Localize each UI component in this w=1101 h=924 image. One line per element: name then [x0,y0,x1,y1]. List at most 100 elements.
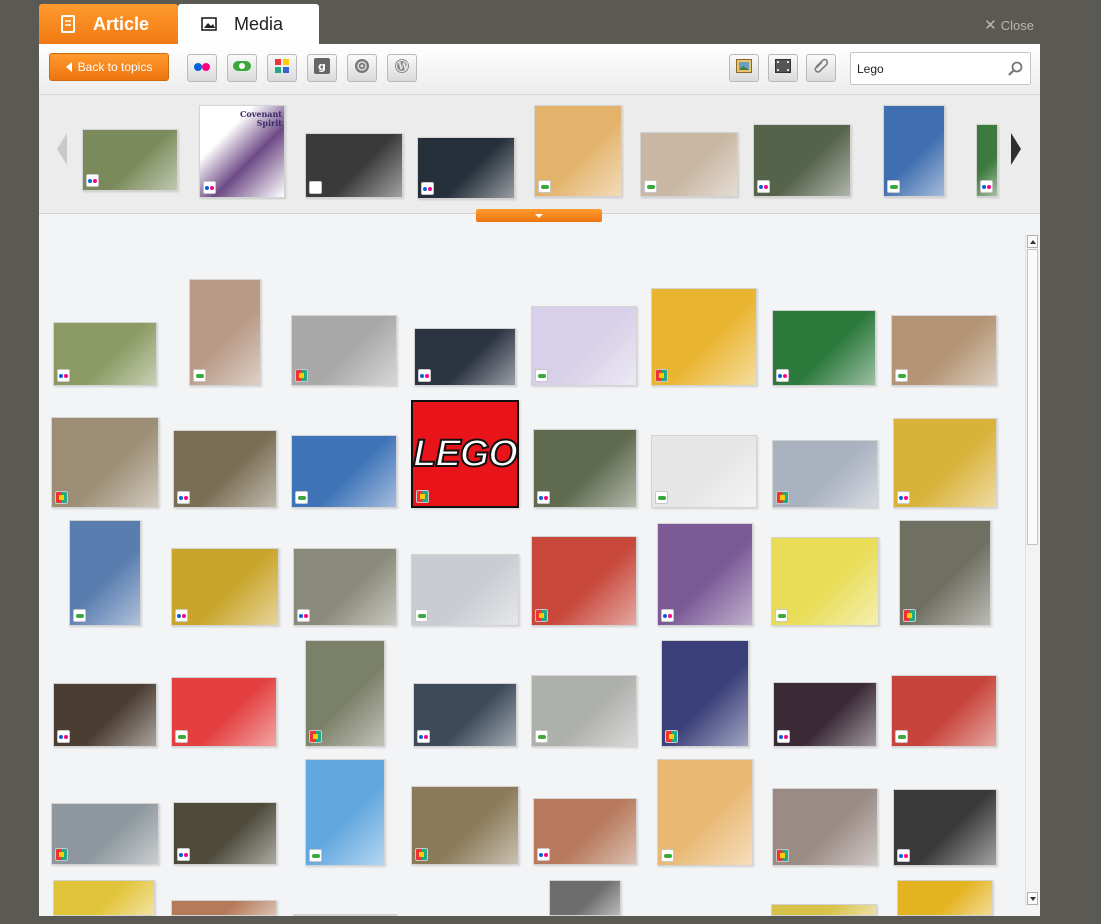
grid-thumbnail[interactable] [893,418,997,508]
grid-thumbnail[interactable] [771,904,877,916]
grid-thumbnail[interactable] [893,789,997,866]
green-source-icon [295,491,308,504]
grid-thumbnail[interactable] [533,429,637,508]
grid-thumbnail[interactable] [69,520,141,626]
spiral-icon [354,58,370,79]
google-source-button[interactable]: g [307,54,337,82]
grid-thumbnail[interactable] [173,802,277,865]
carousel-next-icon[interactable] [1011,133,1021,165]
grid-thumbnail[interactable] [189,279,261,386]
back-to-topics-label: Back to topics [77,60,153,74]
spiral-source-button[interactable] [347,54,377,82]
multi-source-icon [55,848,68,861]
grid-thumbnail[interactable] [53,322,157,386]
tab-article-label: Article [93,13,150,34]
grid-thumbnail[interactable] [549,880,621,916]
green-source-icon [895,730,908,743]
close-icon: ✕ [984,17,997,34]
grid-thumbnail[interactable] [53,880,155,916]
search-input[interactable] [857,60,1002,78]
photobucket-source-button[interactable] [227,54,257,82]
carousel-thumbnail[interactable] [883,105,945,197]
grid-thumbnail[interactable] [291,315,397,386]
carousel-thumbnail[interactable] [640,132,738,197]
grid-thumbnail[interactable] [531,306,637,386]
flickr-source-icon [897,849,910,862]
grid-thumbnail[interactable] [772,788,878,866]
grid-thumbnail[interactable] [651,435,757,508]
wordpress-source-button[interactable]: W [387,54,417,82]
grid-thumbnail[interactable] [531,675,637,747]
video-filter-button[interactable] [768,54,798,82]
flickr-source-icon [897,491,910,504]
tab-article[interactable]: Article [39,4,178,44]
scroll-thumb[interactable] [1027,249,1038,545]
tab-media[interactable]: Media [178,4,319,44]
grid-thumbnail[interactable] [171,677,277,747]
carousel-thumbnail[interactable] [305,133,403,198]
flickr-source-icon [203,181,216,194]
flickr-source-button[interactable] [187,54,217,82]
picasa-source-button[interactable] [267,54,297,82]
grid-thumbnail[interactable] [657,759,753,866]
grid-thumbnail[interactable] [293,914,397,916]
photobucket-icon [232,59,252,77]
flickr-source-icon [297,609,310,622]
grid-thumbnail[interactable] [661,640,749,747]
multi-source-icon [665,730,678,743]
search-icon[interactable] [1007,61,1023,82]
back-to-topics-button[interactable]: Back to topics [49,53,169,81]
grid-thumbnail[interactable]: LEGO [411,400,519,508]
grid-thumbnail[interactable] [899,520,991,626]
attachment-filter-button[interactable] [806,54,836,82]
multi-source-icon [309,730,322,743]
carousel-thumbnail[interactable]: Covenant Spirit [199,105,285,198]
multi-source-icon [776,491,789,504]
attachment-icon [813,58,829,79]
carousel: Covenant Spirit [39,95,1040,214]
grid-thumbnail[interactable] [891,675,997,747]
grid-thumbnail[interactable] [651,288,757,386]
thumbnail-caption: Covenant Spirit [240,109,282,128]
flickr-source-icon [57,369,70,382]
grid-thumbnail[interactable] [305,640,385,747]
grid-thumbnail[interactable] [531,536,637,626]
grid-thumbnail[interactable] [657,523,753,626]
grid-thumbnail[interactable] [291,435,397,508]
grid-thumbnail[interactable] [293,548,397,626]
grid-thumbnail[interactable] [533,798,637,865]
grid-thumbnail[interactable] [51,417,159,508]
grid-thumbnail[interactable] [51,803,159,865]
carousel-thumbnail[interactable] [534,105,622,197]
grid-thumbnail[interactable] [305,759,385,866]
picasa-icon [274,58,290,79]
carousel-thumbnail[interactable] [82,129,178,191]
grid-thumbnail[interactable] [53,683,157,747]
carousel-prev-icon[interactable] [57,133,67,165]
grid-thumbnail[interactable] [891,315,997,386]
carousel-thumbnail[interactable] [417,137,515,199]
svg-text:W: W [397,62,409,72]
grid-scrollbar[interactable] [1025,234,1040,906]
close-button[interactable]: ✕ Close [984,16,1034,34]
flickr-source-icon [175,609,188,622]
grid-thumbnail[interactable] [773,682,877,747]
grid-thumbnail[interactable] [414,328,516,386]
media-grid: LEGO [39,220,1024,916]
grid-thumbnail[interactable] [413,683,517,747]
carousel-thumbnail[interactable] [753,124,851,197]
grid-thumbnail[interactable] [772,310,876,386]
grid-thumbnail[interactable] [411,786,519,865]
scroll-up-icon[interactable] [1027,235,1038,248]
grid-thumbnail[interactable] [771,537,879,626]
grid-thumbnail[interactable] [772,440,878,508]
grid-thumbnail[interactable] [411,554,519,626]
grid-thumbnail[interactable] [171,900,277,916]
grid-thumbnail[interactable] [171,548,279,626]
scroll-down-icon[interactable] [1027,892,1038,905]
carousel-thumbnail[interactable] [976,124,998,197]
grid-thumbnail[interactable] [897,880,993,916]
close-label: Close [1000,17,1034,33]
image-filter-button[interactable] [729,54,759,82]
grid-thumbnail[interactable] [173,430,277,508]
